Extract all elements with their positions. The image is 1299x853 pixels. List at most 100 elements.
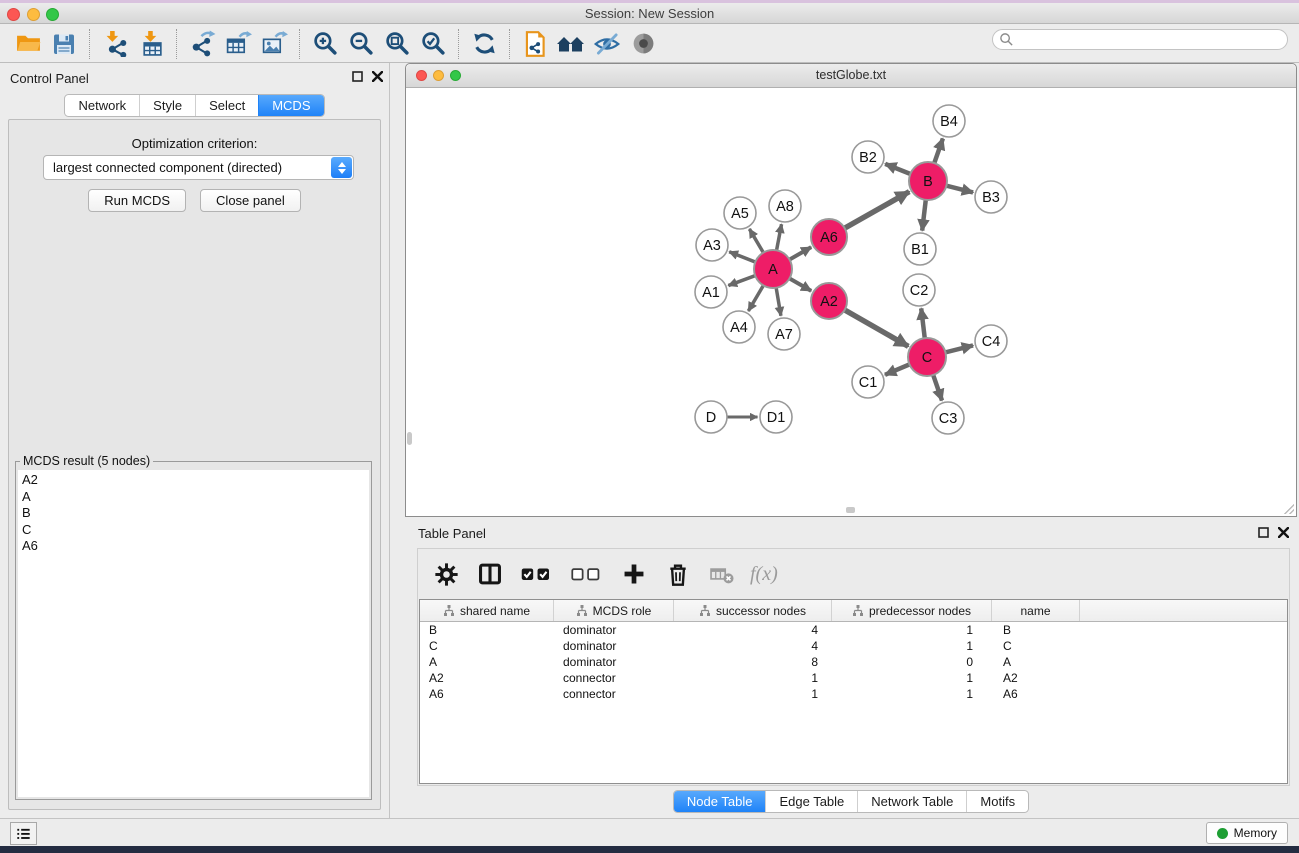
table-cell-mcds-role[interactable]: connector — [554, 686, 674, 702]
table-cell-name[interactable]: C — [992, 638, 1080, 654]
mcds-result-item[interactable]: A6 — [22, 538, 365, 555]
table-cell-name[interactable]: A6 — [992, 686, 1080, 702]
table-row[interactable]: A6connector11A6 — [420, 686, 1287, 702]
select-all-button[interactable] — [514, 554, 560, 594]
column-header-predecessor-nodes[interactable]: predecessor nodes — [832, 600, 992, 621]
run-mcds-button[interactable]: Run MCDS — [88, 189, 186, 212]
table-row[interactable]: A2connector11A2 — [420, 670, 1287, 686]
import-network-button[interactable] — [97, 27, 133, 61]
table-cell-name[interactable]: A2 — [992, 670, 1080, 686]
deselect-all-button[interactable] — [564, 554, 610, 594]
column-header-successor-nodes[interactable]: successor nodes — [674, 600, 832, 621]
float-panel-icon[interactable] — [352, 71, 363, 82]
titlebar[interactable]: Session: New Session — [0, 3, 1299, 24]
close-panel-icon[interactable] — [372, 71, 383, 82]
table-cell-mcds-role[interactable]: dominator — [554, 622, 674, 638]
column-header-name[interactable]: name — [992, 600, 1080, 621]
table-cell-successor-nodes[interactable]: 8 — [674, 654, 832, 670]
table-cell-shared-name[interactable]: C — [420, 638, 554, 654]
resize-grip[interactable] — [1282, 502, 1294, 514]
table-cell-shared-name[interactable]: A6 — [420, 686, 554, 702]
search-input[interactable] — [1014, 31, 1287, 48]
table-cell-predecessor-nodes[interactable]: 1 — [832, 638, 992, 654]
table-cell-predecessor-nodes[interactable]: 1 — [832, 686, 992, 702]
refresh-view-button[interactable] — [466, 27, 502, 61]
table-cell-predecessor-nodes[interactable]: 1 — [832, 670, 992, 686]
table-cell-predecessor-nodes[interactable]: 0 — [832, 654, 992, 670]
mcds-result-list[interactable]: A2ABCA6 — [18, 470, 369, 797]
delete-table-button[interactable] — [702, 554, 742, 594]
network-window-titlebar[interactable]: testGlobe.txt — [406, 64, 1296, 88]
table-row[interactable]: Adominator80A — [420, 654, 1287, 670]
tab-node-table[interactable]: Node Table — [674, 791, 766, 812]
network-horizontal-scrollbar[interactable] — [846, 507, 855, 513]
hierarchy-icon — [852, 604, 864, 617]
open-file-button[interactable] — [10, 27, 46, 61]
float-table-panel-icon[interactable] — [1258, 527, 1269, 538]
zoom-selected-button[interactable] — [415, 27, 451, 61]
zoom-in-button[interactable] — [307, 27, 343, 61]
export-table-button[interactable] — [220, 27, 256, 61]
criterion-dropdown[interactable]: largest connected component (directed) — [43, 155, 354, 180]
tab-motifs[interactable]: Motifs — [966, 791, 1028, 812]
tab-select[interactable]: Select — [195, 95, 258, 116]
table-cell-mcds-role[interactable]: dominator — [554, 654, 674, 670]
table-row[interactable]: Bdominator41B — [420, 622, 1287, 638]
search-box[interactable] — [992, 29, 1288, 50]
table-cell-name[interactable]: B — [992, 622, 1080, 638]
window-title: Session: New Session — [0, 6, 1299, 21]
apply-function-button[interactable]: f(x) — [746, 563, 778, 586]
table-cell-successor-nodes[interactable]: 4 — [674, 638, 832, 654]
mcds-result-item[interactable]: B — [22, 505, 365, 522]
eye-slash-icon — [593, 30, 621, 58]
graph-node-label: A — [768, 262, 778, 278]
home-button[interactable] — [553, 27, 589, 61]
mcds-result-item[interactable]: A — [22, 489, 365, 506]
column-header-mcds-role[interactable]: MCDS role — [554, 600, 674, 621]
close-panel-button[interactable]: Close panel — [200, 189, 301, 212]
open-session-file-button[interactable] — [517, 27, 553, 61]
close-table-panel-icon[interactable] — [1278, 527, 1289, 538]
export-network-button[interactable] — [184, 27, 220, 61]
table-cell-mcds-role[interactable]: connector — [554, 670, 674, 686]
zoom-fit-button[interactable] — [379, 27, 415, 61]
memory-button[interactable]: Memory — [1206, 822, 1288, 844]
split-view-button[interactable] — [470, 554, 510, 594]
table-cell-shared-name[interactable]: B — [420, 622, 554, 638]
network-canvas[interactable]: AA1A2A3A4A5A6A7A8BB1B2B3B4CC1C2C3C4DD1 — [406, 88, 1296, 516]
table-cell-name[interactable]: A — [992, 654, 1080, 670]
mcds-result-item[interactable]: A2 — [22, 472, 365, 489]
table-row[interactable]: Cdominator41C — [420, 638, 1287, 654]
tab-network-table[interactable]: Network Table — [857, 791, 966, 812]
network-graph[interactable]: AA1A2A3A4A5A6A7A8BB1B2B3B4CC1C2C3C4DD1 — [406, 88, 1286, 516]
table-cell-successor-nodes[interactable]: 4 — [674, 622, 832, 638]
tab-edge-table[interactable]: Edge Table — [765, 791, 857, 812]
graph-node-label: B2 — [859, 150, 877, 166]
network-vertical-scrollbar[interactable] — [407, 432, 412, 445]
delete-columns-button[interactable] — [658, 554, 698, 594]
table-cell-successor-nodes[interactable]: 1 — [674, 670, 832, 686]
import-table-button[interactable] — [133, 27, 169, 61]
graph-node-label: B1 — [911, 242, 929, 258]
hide-details-button[interactable] — [589, 27, 625, 61]
tab-mcds[interactable]: MCDS — [258, 95, 323, 116]
tab-style[interactable]: Style — [139, 95, 195, 116]
search-icon — [999, 32, 1014, 47]
export-image-button[interactable] — [256, 27, 292, 61]
show-details-button[interactable] — [625, 27, 661, 61]
table-cell-shared-name[interactable]: A — [420, 654, 554, 670]
tab-network[interactable]: Network — [65, 95, 139, 116]
add-column-button[interactable] — [614, 554, 654, 594]
table-cell-predecessor-nodes[interactable]: 1 — [832, 622, 992, 638]
mcds-result-item[interactable]: C — [22, 522, 365, 539]
table-cell-shared-name[interactable]: A2 — [420, 670, 554, 686]
zoom-out-button[interactable] — [343, 27, 379, 61]
save-session-button[interactable] — [46, 27, 82, 61]
plus-icon — [621, 561, 647, 587]
table-cell-successor-nodes[interactable]: 1 — [674, 686, 832, 702]
task-history-button[interactable] — [10, 822, 37, 845]
column-header-shared-name[interactable]: shared name — [420, 600, 554, 621]
node-table[interactable]: shared name MCDS role successor nodes — [419, 599, 1288, 784]
table-options-button[interactable] — [426, 554, 466, 594]
table-cell-mcds-role[interactable]: dominator — [554, 638, 674, 654]
